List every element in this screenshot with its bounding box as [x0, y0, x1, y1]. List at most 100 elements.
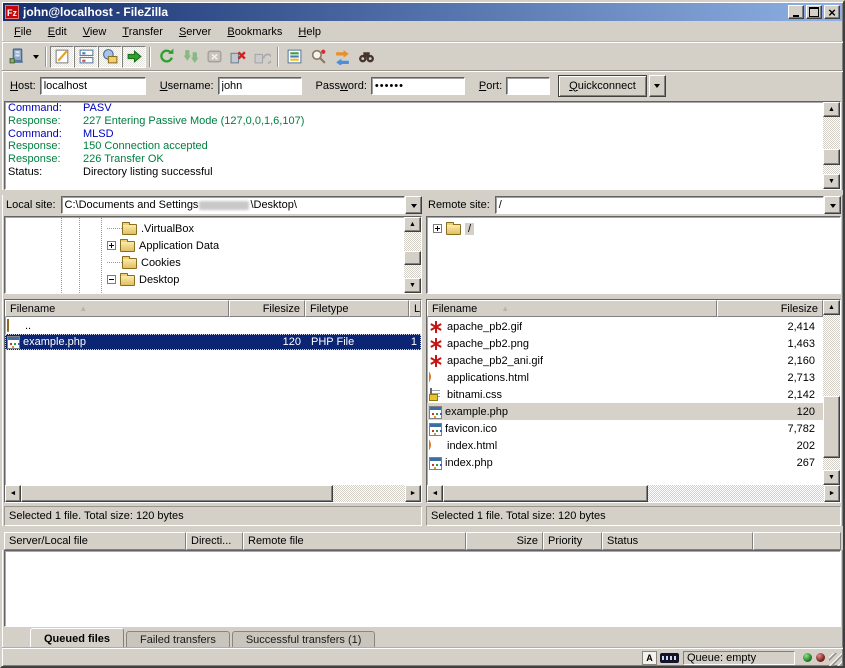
column-server-local-file[interactable]: Server/Local file — [4, 532, 186, 550]
column-filetype[interactable]: Filetype — [305, 300, 409, 317]
file-row[interactable]: index.php267 — [427, 454, 823, 471]
reconnect-icon[interactable] — [250, 46, 274, 68]
toggle-message-log-icon[interactable] — [50, 46, 74, 68]
site-manager-dropdown-icon[interactable] — [29, 46, 42, 68]
column-direction[interactable]: Directi... — [186, 532, 243, 550]
refresh-icon[interactable] — [154, 46, 178, 68]
host-input[interactable] — [40, 77, 146, 95]
column-filesize[interactable]: Filesize — [229, 300, 305, 317]
scrollbar-thumb[interactable] — [443, 485, 648, 502]
tree-item[interactable]: .VirtualBox — [5, 220, 421, 237]
scroll-right-icon[interactable]: ► — [405, 485, 421, 502]
remote-vscrollbar[interactable]: ▲ ▼ — [823, 300, 840, 485]
menu-transfer[interactable]: Transfer — [114, 24, 171, 40]
tree-item[interactable]: / — [427, 220, 840, 237]
menu-edit[interactable]: Edit — [40, 24, 75, 40]
log-scrollbar[interactable]: ▲ ▼ — [823, 102, 840, 189]
connection-status-icon[interactable] — [660, 653, 679, 663]
file-row-parent-dir[interactable]: .. — [5, 318, 421, 334]
port-input[interactable] — [506, 77, 550, 95]
column-status[interactable]: Status — [602, 532, 753, 550]
quickconnect-dropdown-icon[interactable] — [649, 75, 666, 97]
activity-led-red — [816, 653, 825, 662]
queue-list-empty[interactable] — [4, 550, 841, 627]
close-button[interactable] — [824, 5, 840, 19]
scrollbar-thumb[interactable] — [823, 149, 840, 165]
toggle-transfer-queue-icon[interactable] — [122, 46, 146, 68]
scroll-up-icon[interactable]: ▲ — [404, 217, 421, 232]
folder-icon — [120, 241, 135, 252]
file-row[interactable]: apache_pb2_ani.gif2,160 — [427, 352, 823, 369]
php-file-icon — [429, 457, 442, 470]
file-row[interactable]: apache_pb2.gif2,414 — [427, 318, 823, 335]
toggle-remote-tree-icon[interactable] — [98, 46, 122, 68]
username-input[interactable] — [218, 77, 302, 95]
scroll-left-icon[interactable]: ◄ — [427, 485, 443, 502]
local-hscrollbar[interactable]: ◄ ► — [5, 485, 421, 502]
file-row[interactable]: apache_pb2.png1,463 — [427, 335, 823, 352]
local-path-dropdown-icon[interactable] — [405, 196, 422, 214]
expand-icon[interactable] — [433, 224, 442, 233]
process-queue-icon[interactable] — [178, 46, 202, 68]
status-bar: A Queue: empty — [2, 648, 843, 666]
file-row[interactable]: index.html202 — [427, 437, 823, 454]
menu-server[interactable]: Server — [171, 24, 219, 40]
title-bar[interactable]: Fz john@localhost - FileZilla — [3, 3, 842, 21]
tab-queued-files[interactable]: Queued files — [30, 628, 124, 648]
column-last-modified-clipped[interactable]: L — [409, 300, 421, 317]
collapse-icon[interactable] — [107, 275, 116, 284]
file-row[interactable]: applications.html2,713 — [427, 369, 823, 386]
menu-view[interactable]: View — [75, 24, 115, 40]
scroll-up-icon[interactable]: ▲ — [823, 300, 840, 315]
scrollbar-thumb[interactable] — [404, 251, 421, 265]
menu-bookmarks[interactable]: Bookmarks — [219, 24, 290, 40]
scroll-up-icon[interactable]: ▲ — [823, 102, 840, 117]
menu-help[interactable]: Help — [290, 24, 329, 40]
scroll-down-icon[interactable]: ▼ — [404, 278, 421, 293]
file-row[interactable]: bitnami.css2,142 — [427, 386, 823, 403]
scroll-down-icon[interactable]: ▼ — [823, 470, 840, 485]
synchronized-browsing-icon[interactable] — [330, 46, 354, 68]
resize-grip[interactable] — [829, 653, 842, 666]
column-size[interactable]: Size — [466, 532, 543, 550]
column-filename[interactable]: Filename▲ — [5, 300, 229, 317]
column-priority[interactable]: Priority — [543, 532, 602, 550]
remote-path-combo[interactable]: / — [495, 196, 824, 214]
column-filename[interactable]: Filename▲ — [427, 300, 717, 317]
scroll-left-icon[interactable]: ◄ — [5, 485, 21, 502]
tree-item[interactable]: Application Data — [5, 237, 421, 254]
host-label: Host: — [10, 80, 36, 92]
directory-comparison-icon[interactable] — [306, 46, 330, 68]
file-row-selected[interactable]: example.php120 — [427, 403, 823, 420]
directory-listing-filters-icon[interactable] — [282, 46, 306, 68]
scrollbar-thumb[interactable] — [823, 396, 840, 458]
toggle-local-tree-icon[interactable] — [74, 46, 98, 68]
tree-item[interactable]: Desktop — [5, 271, 421, 288]
local-path-combo[interactable]: C:\Documents and Settings\Desktop\ — [61, 196, 405, 214]
quickconnect-button[interactable]: Quickconnect — [558, 75, 647, 97]
menu-file[interactable]: File — [6, 24, 40, 40]
file-row-selected[interactable]: example.php 120 PHP File 1 — [5, 334, 421, 350]
column-remote-file[interactable]: Remote file — [243, 532, 466, 550]
transfer-type-ascii-icon[interactable]: A — [642, 651, 657, 665]
tree-item[interactable]: Cookies — [5, 254, 421, 271]
scroll-down-icon[interactable]: ▼ — [823, 174, 840, 189]
minimize-button[interactable] — [788, 5, 804, 19]
password-input[interactable] — [371, 77, 465, 95]
local-tree-scrollbar[interactable]: ▲ ▼ — [404, 217, 421, 293]
column-filesize[interactable]: Filesize — [717, 300, 823, 317]
tab-failed-transfers[interactable]: Failed transfers — [126, 631, 230, 648]
expand-icon[interactable] — [107, 241, 116, 250]
remote-hscrollbar[interactable]: ◄ ► — [427, 485, 840, 502]
scroll-right-icon[interactable]: ► — [824, 485, 840, 502]
find-files-icon[interactable] — [354, 46, 378, 68]
remote-path-dropdown-icon[interactable] — [824, 196, 841, 214]
disconnect-icon[interactable] — [226, 46, 250, 68]
cancel-icon[interactable] — [202, 46, 226, 68]
maximize-button[interactable] — [806, 5, 822, 19]
broken-image-icon — [429, 354, 444, 368]
tab-successful-transfers[interactable]: Successful transfers (1) — [232, 631, 376, 648]
file-row[interactable]: favicon.ico7,782 — [427, 420, 823, 437]
scrollbar-thumb[interactable] — [21, 485, 333, 502]
site-manager-icon[interactable] — [5, 46, 29, 68]
